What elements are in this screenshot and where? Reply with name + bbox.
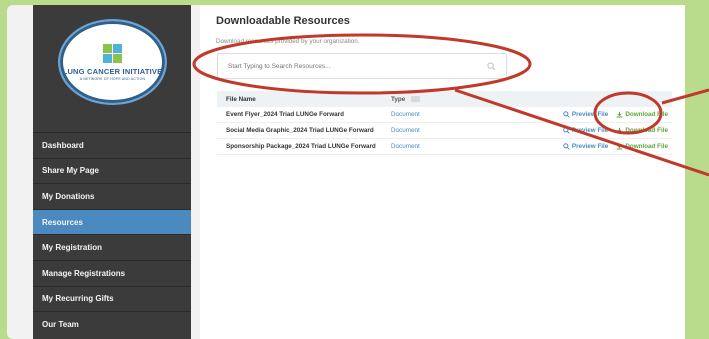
download-file-label: Download File xyxy=(625,127,668,134)
page-title: Downloadable Resources xyxy=(216,15,350,27)
file-name: Sponsorship Package_2024 Triad LUNGe For… xyxy=(226,143,376,150)
search-icon[interactable] xyxy=(487,62,496,71)
sidebar-item-label: Resources xyxy=(42,217,83,227)
preview-file-label: Preview File xyxy=(571,111,609,118)
table-row: Social Media Graphic_2024 Triad LUNGe Fo… xyxy=(217,123,672,139)
sidebar-item-label: My Donations xyxy=(42,191,95,201)
download-file-link[interactable]: Download File xyxy=(616,143,668,150)
magnifier-icon xyxy=(563,111,570,118)
column-file-name[interactable]: File Name xyxy=(217,96,391,103)
tree-logo-icon xyxy=(102,43,123,64)
sidebar-item-resources[interactable]: Resources xyxy=(33,208,191,235)
sidebar-item-manage-registrations[interactable]: Manage Registrations xyxy=(33,259,191,286)
magnifier-icon xyxy=(563,143,570,150)
page-subtitle: Download resources provided by your orga… xyxy=(216,38,360,45)
sidebar-item-label: My Recurring Gifts xyxy=(42,294,114,304)
sidebar-item-share-my-page[interactable]: Share My Page xyxy=(33,157,191,184)
download-file-label: Download File xyxy=(625,111,668,118)
search-box[interactable] xyxy=(217,53,507,79)
preview-file-label: Preview File xyxy=(571,143,609,150)
sidebar-item-label: Manage Registrations xyxy=(42,268,126,278)
column-type[interactable]: Type xyxy=(391,96,541,103)
file-type: Document xyxy=(391,143,420,150)
table-row: Event Flyer_2024 Triad LUNGe Forward Docu… xyxy=(217,107,672,123)
download-icon xyxy=(617,127,623,134)
organization-logo: LUNG CANCER INITIATIVE A NETWORK OF HOPE… xyxy=(58,19,167,105)
sidebar-item-my-recurring-gifts[interactable]: My Recurring Gifts xyxy=(33,285,191,312)
table-row: Sponsorship Package_2024 Triad LUNGe For… xyxy=(217,139,672,155)
main-content: Downloadable Resources Download resource… xyxy=(200,5,685,339)
download-icon xyxy=(617,143,623,150)
preview-file-link[interactable]: Preview File xyxy=(563,111,608,118)
sidebar-item-our-team[interactable]: Our Team xyxy=(33,311,191,337)
sidebar: LUNG CANCER INITIATIVE A NETWORK OF HOPE… xyxy=(33,5,191,339)
preview-file-label: Preview File xyxy=(571,127,609,134)
download-file-link[interactable]: Download File xyxy=(616,111,668,118)
sort-icon[interactable] xyxy=(410,95,420,102)
column-type-label: Type xyxy=(391,95,406,103)
magnifier-icon xyxy=(563,127,570,134)
sidebar-item-label: Share My Page xyxy=(42,166,99,176)
sidebar-item-label: Our Team xyxy=(42,319,79,329)
file-name: Event Flyer_2024 Triad LUNGe Forward xyxy=(226,111,344,118)
file-type: Document xyxy=(391,111,420,118)
sidebar-item-label: My Registration xyxy=(42,243,103,253)
sidebar-item-my-donations[interactable]: My Donations xyxy=(33,183,191,209)
sidebar-item-label: Dashboard xyxy=(42,140,84,150)
sidebar-item-dashboard[interactable]: Dashboard xyxy=(33,132,191,158)
sidebar-nav: Dashboard Share My Page My Donations Resour… xyxy=(33,132,191,337)
download-file-link[interactable]: Download File xyxy=(616,127,668,134)
file-name: Social Media Graphic_2024 Triad LUNGe Fo… xyxy=(226,127,374,134)
table-header: File Name Type xyxy=(217,91,672,107)
search-input[interactable] xyxy=(218,54,478,78)
download-icon xyxy=(617,111,623,118)
right-margin xyxy=(685,0,709,339)
preview-file-link[interactable]: Preview File xyxy=(563,127,608,134)
sidebar-item-my-registration[interactable]: My Registration xyxy=(33,234,191,260)
file-type: Document xyxy=(391,127,420,134)
download-file-label: Download File xyxy=(625,143,668,150)
logo-title: LUNG CANCER INITIATIVE xyxy=(62,66,163,76)
logo-subtitle: A NETWORK OF HOPE AND ACTION xyxy=(79,76,146,81)
resources-table: File Name Type Event Flyer_2024 Triad LU… xyxy=(217,91,672,155)
preview-file-link[interactable]: Preview File xyxy=(563,143,608,150)
